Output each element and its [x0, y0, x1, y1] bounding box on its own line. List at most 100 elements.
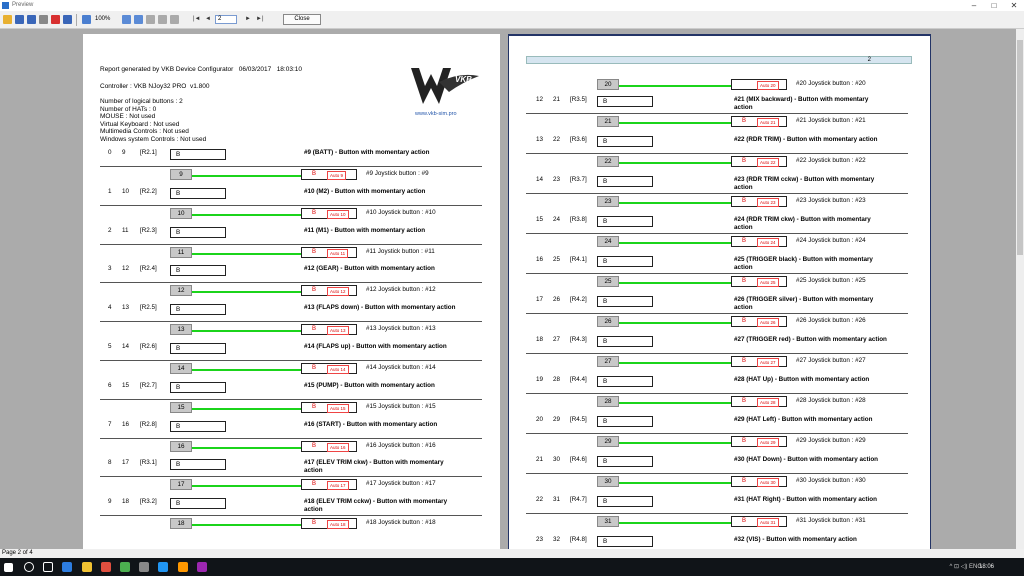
close-preview-button[interactable]: Close [283, 14, 321, 25]
connector-line [192, 175, 301, 177]
row-divider [526, 433, 908, 434]
task-view-icon[interactable] [43, 562, 53, 572]
minimize-button[interactable]: – [964, 0, 984, 11]
button-row: 22 31 [R4.7] B #31 (HAT Right) - Button with… [526, 495, 908, 533]
taskbar: ^ ⊡ ◁) ENG 18:06 [0, 558, 1024, 576]
first-page-button[interactable]: |◄ [193, 15, 201, 24]
joystick-button-label: #30 Joystick button : #30 [796, 477, 866, 484]
row-button-id: 31 [553, 496, 561, 503]
zoom-icon[interactable] [82, 15, 91, 24]
row-index: 13 [536, 136, 544, 143]
multi-pages-icon[interactable] [170, 15, 179, 24]
row-pin: [R4.5] [570, 416, 587, 423]
assignment-box: B Auto 21 [731, 116, 787, 127]
auto-badge: Auto 25 [757, 278, 779, 287]
assignment-state: B [312, 403, 317, 410]
assignment-box: B Auto 15 [301, 401, 357, 413]
button-row: 20 Auto 20 #20 Joystick button : #20 [526, 58, 908, 96]
row-state-box: B [170, 343, 226, 354]
print-icon[interactable] [39, 15, 48, 24]
search-icon[interactable] [24, 562, 34, 572]
maximize-button[interactable]: □ [984, 0, 1004, 11]
row-divider [526, 353, 908, 354]
save-as-icon[interactable] [27, 15, 36, 24]
connector-line [619, 85, 731, 87]
assignment-box: B Auto 9 [301, 169, 357, 180]
row-button-id: 16 [122, 420, 130, 428]
page-width-icon[interactable] [134, 15, 143, 24]
next-page-button[interactable]: ► [245, 15, 251, 24]
row-button-id: 15 [122, 381, 130, 389]
row-index: 2 [108, 226, 112, 234]
logical-button-number: 15 [170, 401, 192, 413]
assignment-box: Auto 20 [731, 79, 787, 90]
open-icon[interactable] [3, 15, 12, 24]
last-page-button[interactable]: ►| [256, 15, 264, 24]
app-icon [2, 2, 9, 9]
row-button-id: 17 [122, 459, 130, 467]
row-index: 12 [536, 96, 544, 103]
find-icon[interactable] [63, 15, 72, 24]
row-divider [100, 515, 482, 517]
logical-button-number: 22 [597, 156, 619, 167]
start-icon[interactable] [4, 563, 13, 572]
system-tray[interactable]: ^ ⊡ ◁) ENG [950, 558, 982, 576]
row-pin: [R2.3] [140, 226, 157, 234]
single-page-icon[interactable] [146, 15, 155, 24]
status-bar: Page 2 of 4 [0, 549, 1024, 558]
row-index: 21 [536, 456, 544, 463]
row-state-box: B [597, 96, 653, 107]
pdf-export-icon[interactable] [51, 15, 60, 24]
app-icon-5[interactable] [158, 562, 168, 572]
assignment-state: B [742, 478, 747, 484]
auto-badge: Auto 10 [327, 209, 349, 219]
row-index: 7 [108, 420, 112, 428]
row-state-box: B [170, 187, 226, 199]
row-description: #10 (M2) - Button with momentary action [304, 187, 426, 195]
scrollbar-thumb[interactable] [1017, 40, 1023, 255]
row-state-box: B [597, 336, 653, 347]
assignment-box: B Auto 30 [731, 476, 787, 487]
button-row: 17 26 [R4.2] B #26 (TRIGGER silver) - Button… [526, 295, 908, 333]
row-pin: [R2.6] [140, 343, 157, 350]
save-icon[interactable] [15, 15, 24, 24]
two-pages-icon[interactable] [158, 15, 167, 24]
zoom-select[interactable]: 100% [95, 15, 110, 24]
row-index: 15 [536, 216, 544, 223]
auto-badge: Auto 13 [327, 326, 349, 336]
row-button-id: 12 [122, 265, 130, 273]
row-description: #11 (M1) - Button with momentary action [304, 226, 426, 234]
app-icon-6[interactable] [178, 562, 188, 572]
taskbar-clock: 18:06 [978, 564, 994, 570]
row-description: #16 (START) - Button with momentary acti… [304, 420, 438, 428]
app-icon-2[interactable] [101, 562, 111, 572]
row-button-id: 24 [553, 216, 561, 223]
auto-badge: Auto 24 [757, 238, 779, 247]
page-number-input[interactable]: 2 [215, 15, 237, 24]
row-description: #25 (TRIGGER black) - Button with moment… [734, 256, 873, 271]
auto-badge: Auto 18 [327, 520, 349, 530]
app-icon-4[interactable] [139, 562, 149, 572]
row-index: 14 [536, 176, 544, 183]
logical-button-number: 31 [597, 516, 619, 527]
row-description: #12 (GEAR) - Button with momentary actio… [304, 265, 435, 273]
logical-button-number: 20 [597, 79, 619, 90]
connector-line [192, 407, 301, 410]
report-page-2: 2 20 Auto 20 #20 Joystick button : #20 12 21… [508, 34, 931, 549]
row-description: #28 (HAT Up) - Button with momentary act… [734, 376, 870, 383]
auto-badge: Auto 14 [327, 365, 349, 374]
close-window-button[interactable]: ✕ [1004, 0, 1024, 11]
app-icon-3[interactable] [120, 562, 130, 572]
zoom-in-icon[interactable] [122, 15, 131, 24]
row-index: 18 [536, 336, 544, 343]
assignment-state: B [742, 278, 747, 284]
file-explorer-icon[interactable] [82, 562, 92, 572]
assignment-box: B Auto 14 [301, 363, 357, 374]
button-row: 3 12 [R2.4] B #12 (GEAR) - Button with momen… [100, 264, 482, 302]
prev-page-button[interactable]: ◄ [205, 15, 211, 24]
app-icon-7[interactable] [197, 562, 207, 572]
row-button-id: 22 [553, 136, 561, 143]
connector-line [619, 322, 731, 324]
row-divider [526, 473, 908, 474]
edge-icon[interactable] [62, 562, 72, 572]
